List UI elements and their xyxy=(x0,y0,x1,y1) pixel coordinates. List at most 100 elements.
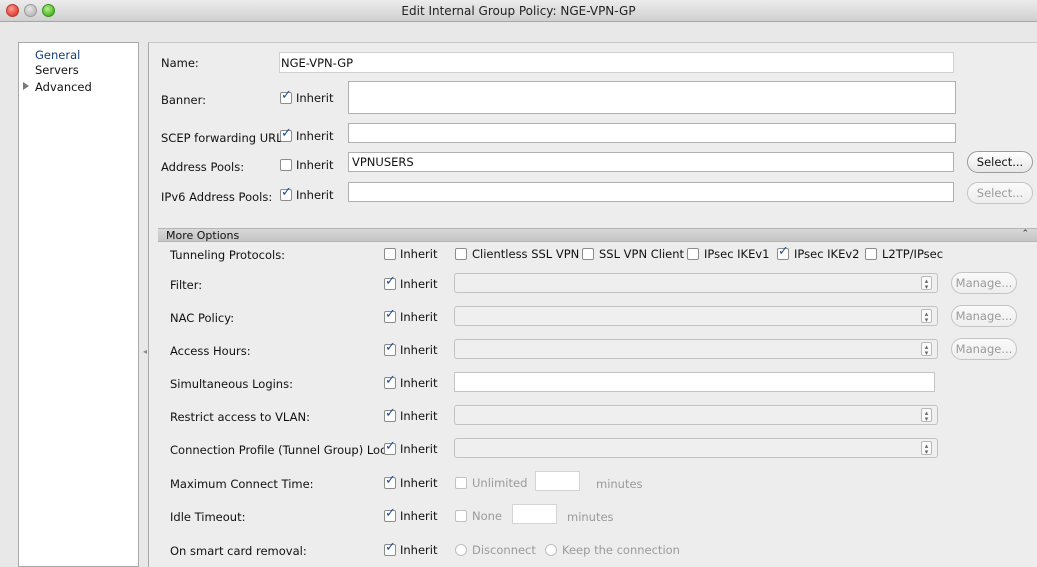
max-connect-minutes-label: minutes xyxy=(596,477,643,491)
conn-profile-inherit-checkbox[interactable]: Inherit xyxy=(384,439,438,456)
checkbox-unchecked-icon xyxy=(582,248,594,260)
scep-url-field[interactable] xyxy=(348,123,956,143)
nac-inherit-checkbox[interactable]: Inherit xyxy=(384,307,437,324)
protocol-label: SSL VPN Client xyxy=(599,247,685,261)
more-options-header[interactable]: More Options ⌃ xyxy=(158,228,1037,242)
banner-textarea[interactable] xyxy=(348,81,956,114)
protocol-label: IPsec IKEv2 xyxy=(794,247,860,261)
checkbox-checked-icon xyxy=(384,307,396,323)
window-titlebar: Edit Internal Group Policy: NGE-VPN-GP xyxy=(0,0,1037,22)
vlan-label: Restrict access to VLAN: xyxy=(170,410,310,424)
inherit-label: Inherit xyxy=(296,91,334,105)
address-pools-select-button[interactable]: Select... xyxy=(967,151,1033,173)
sidebar-item-advanced-label: Advanced xyxy=(35,80,92,94)
inherit-label: Inherit xyxy=(400,509,438,523)
access-hours-label: Access Hours: xyxy=(170,344,251,358)
sidebar-item-advanced[interactable]: Advanced xyxy=(23,80,92,94)
access-hours-inherit-checkbox[interactable]: Inherit xyxy=(384,340,438,357)
filter-label: Filter: xyxy=(170,278,203,292)
disconnect-label: Disconnect xyxy=(472,543,536,557)
ipv6-pools-label: IPv6 Address Pools: xyxy=(161,190,273,204)
protocol-l2tp-ipsec-checkbox[interactable]: L2TP/IPsec xyxy=(865,247,943,261)
ipv6-pools-inherit-checkbox[interactable]: Inherit xyxy=(280,185,333,202)
checkbox-checked-icon xyxy=(384,406,396,422)
more-options-panel: More Options ⌃ Tunneling Protocols: Inhe… xyxy=(158,228,1037,567)
checkbox-unchecked-icon xyxy=(280,159,292,171)
name-field[interactable]: NGE-VPN-GP xyxy=(279,52,954,73)
idle-timeout-label: Idle Timeout: xyxy=(170,510,246,524)
max-connect-minutes-field[interactable] xyxy=(535,471,580,491)
checkbox-checked-icon xyxy=(384,373,396,389)
tunneling-inherit-checkbox[interactable]: Inherit xyxy=(384,247,437,261)
connection-profile-select[interactable]: ▴ ▾ xyxy=(454,438,938,458)
close-window-button[interactable] xyxy=(6,4,19,17)
protocol-ipsec-ikev2-checkbox[interactable]: IPsec IKEv2 xyxy=(777,244,860,261)
inherit-label: Inherit xyxy=(400,343,438,357)
nac-policy-label: NAC Policy: xyxy=(170,311,235,325)
checkbox-checked-icon xyxy=(384,274,396,290)
sim-logins-inherit-checkbox[interactable]: Inherit xyxy=(384,373,438,390)
protocol-ipsec-ikev1-checkbox[interactable]: IPsec IKEv1 xyxy=(687,247,770,261)
zoom-window-button[interactable] xyxy=(42,4,55,17)
splitter-handle-icon[interactable]: ◂ xyxy=(143,347,147,356)
protocol-label: IPsec IKEv1 xyxy=(704,247,770,261)
checkbox-checked-icon xyxy=(384,340,396,356)
select-stepper-icon: ▴ ▾ xyxy=(921,408,932,423)
idle-minutes-label: minutes xyxy=(567,510,614,524)
checkbox-checked-icon xyxy=(280,185,292,201)
idle-none-checkbox[interactable]: None xyxy=(455,509,502,523)
minimize-window-button[interactable] xyxy=(24,4,37,17)
select-stepper-icon: ▴ ▾ xyxy=(921,309,932,324)
inherit-label: Inherit xyxy=(400,543,438,557)
scep-inherit-checkbox[interactable]: Inherit xyxy=(280,126,334,143)
access-hours-select[interactable]: ▴ ▾ xyxy=(454,339,938,359)
idle-timeout-inherit-checkbox[interactable]: Inherit xyxy=(384,506,438,523)
filter-inherit-checkbox[interactable]: Inherit xyxy=(384,274,438,291)
keep-connection-label: Keep the connection xyxy=(562,543,680,557)
disconnect-radio[interactable]: Disconnect xyxy=(455,543,536,557)
inherit-label: Inherit xyxy=(400,376,438,390)
ipv6-pools-field[interactable] xyxy=(348,182,954,202)
collapse-chevron-icon[interactable]: ⌃ xyxy=(1021,229,1029,239)
filter-select[interactable]: ▴ ▾ xyxy=(454,273,938,293)
nac-manage-button[interactable]: Manage... xyxy=(951,305,1017,327)
max-connect-time-label: Maximum Connect Time: xyxy=(170,477,314,491)
inherit-label: Inherit xyxy=(296,129,334,143)
keep-connection-radio[interactable]: Keep the connection xyxy=(545,543,680,557)
protocol-clientless-ssl-vpn-checkbox[interactable]: Clientless SSL VPN xyxy=(455,247,579,261)
banner-inherit-checkbox[interactable]: Inherit xyxy=(280,88,334,105)
disclosure-triangle-icon[interactable] xyxy=(23,82,29,90)
sidebar-item-servers[interactable]: Servers xyxy=(35,63,79,77)
checkbox-checked-icon xyxy=(384,540,396,556)
idle-timeout-minutes-field[interactable] xyxy=(512,504,557,524)
protocol-label: L2TP/IPsec xyxy=(882,247,944,261)
checkbox-unchecked-icon xyxy=(687,248,699,260)
protocol-ssl-vpn-client-checkbox[interactable]: SSL VPN Client xyxy=(582,247,684,261)
checkbox-checked-icon xyxy=(777,244,789,260)
vlan-inherit-checkbox[interactable]: Inherit xyxy=(384,406,438,423)
simultaneous-logins-field[interactable] xyxy=(454,372,935,392)
smartcard-inherit-checkbox[interactable]: Inherit xyxy=(384,540,438,557)
inherit-label: Inherit xyxy=(400,247,438,261)
checkbox-checked-icon xyxy=(384,506,396,522)
address-pools-field[interactable]: VPNUSERS xyxy=(348,152,954,172)
name-field-value: NGE-VPN-GP xyxy=(281,56,354,70)
inherit-label: Inherit xyxy=(400,442,438,456)
access-hours-manage-button[interactable]: Manage... xyxy=(951,338,1017,360)
max-connect-inherit-checkbox[interactable]: Inherit xyxy=(384,473,437,490)
inherit-label: Inherit xyxy=(400,277,438,291)
unlimited-checkbox[interactable]: Unlimited xyxy=(455,476,527,490)
inherit-label: Inherit xyxy=(400,409,438,423)
address-pools-inherit-checkbox[interactable]: Inherit xyxy=(280,158,333,172)
protocol-label: Clientless SSL VPN xyxy=(472,247,580,261)
sidebar-item-general[interactable]: General xyxy=(35,48,80,62)
filter-manage-button[interactable]: Manage... xyxy=(951,272,1017,294)
select-stepper-icon: ▴ ▾ xyxy=(921,342,932,357)
checkbox-unchecked-icon xyxy=(455,510,467,522)
banner-label: Banner: xyxy=(161,93,206,107)
nac-policy-select[interactable]: ▴ ▾ xyxy=(454,306,938,326)
name-label: Name: xyxy=(161,56,199,70)
vlan-select[interactable]: ▴ ▾ xyxy=(454,405,938,425)
ipv6-pools-select-button[interactable]: Select... xyxy=(967,182,1033,204)
checkbox-unchecked-icon xyxy=(455,477,467,489)
